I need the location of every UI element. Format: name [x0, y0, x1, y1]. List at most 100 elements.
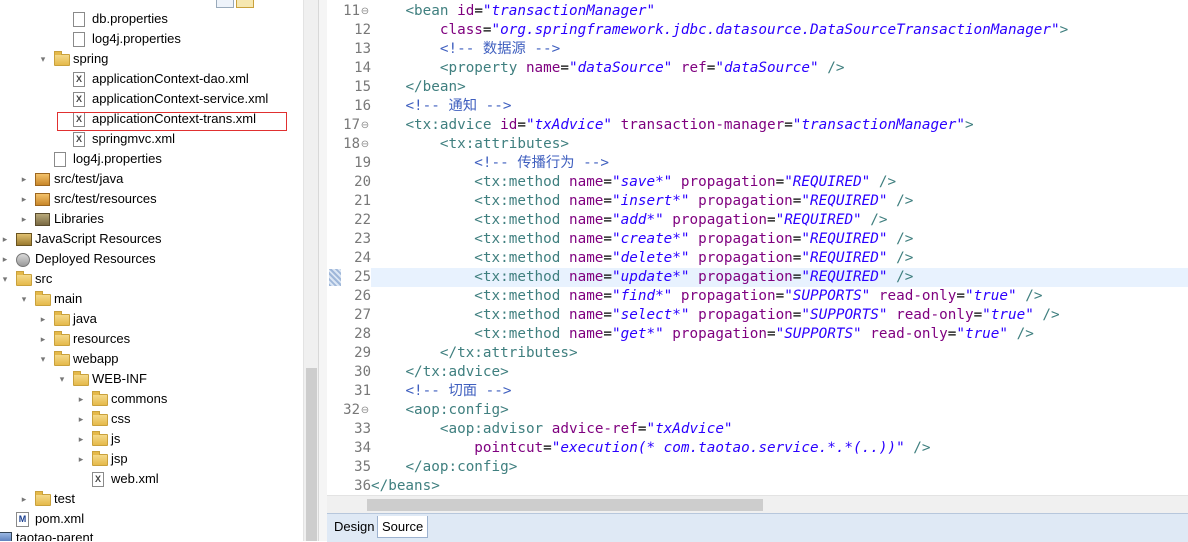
code-line[interactable]: <tx:method name="get*" propagation="SUPP…	[371, 325, 1034, 344]
line-number: 35	[354, 459, 371, 475]
line-number: 22	[354, 212, 371, 228]
fold-toggle-icon[interactable]: ⊖	[360, 135, 370, 154]
line-number: 32	[343, 402, 360, 418]
line-number: 20	[354, 174, 371, 190]
code-line[interactable]: <!-- 通知 -->	[371, 97, 511, 116]
collapsed-arrow-icon[interactable]: ▸	[0, 229, 10, 249]
code-line[interactable]: <tx:advice id="txAdvice" transaction-man…	[371, 116, 973, 135]
expanded-arrow-icon[interactable]: ▾	[38, 349, 48, 369]
code-line[interactable]: </tx:attributes>	[371, 344, 578, 363]
tree-item-label: jsp	[111, 451, 128, 466]
folder-icon	[35, 291, 51, 306]
tab-source[interactable]: Source	[377, 516, 429, 538]
project-explorer: db.properties log4j.properties ▾ spring Xapp…	[0, 0, 318, 541]
project-icon	[0, 532, 12, 541]
line-number: 12	[354, 22, 371, 38]
expanded-arrow-icon[interactable]: ▾	[19, 289, 29, 309]
line-number: 18	[343, 136, 360, 152]
tree-item-label: src/test/java	[54, 171, 124, 186]
line-number: 15	[354, 79, 371, 95]
expanded-arrow-icon[interactable]: ▾	[57, 369, 67, 389]
collapsed-arrow-icon[interactable]: ▸	[38, 329, 48, 349]
fold-toggle-icon[interactable]: ⊖	[360, 116, 370, 135]
explorer-scrollbar-thumb[interactable]	[306, 368, 317, 541]
code-line[interactable]: <bean id="transactionManager"	[371, 2, 655, 21]
line-number: 23	[354, 231, 371, 247]
fold-toggle-icon[interactable]: ⊖	[360, 2, 370, 21]
collapsed-arrow-icon[interactable]: ▸	[76, 409, 86, 429]
tab-design[interactable]: Design	[330, 516, 378, 538]
file-icon	[54, 152, 66, 167]
tree-item-label: WEB-INF	[92, 371, 147, 386]
collapsed-arrow-icon[interactable]: ▸	[19, 209, 29, 229]
code-line[interactable]: <tx:method name="create*" propagation="R…	[371, 230, 913, 249]
folder-icon	[92, 431, 108, 446]
maven-pom-icon: M	[16, 512, 29, 527]
editor-scrollbar-thumb[interactable]	[367, 499, 763, 511]
line-number: 11	[343, 3, 360, 19]
javascript-resources-icon	[16, 233, 32, 246]
tree-item-label: applicationContext-service.xml	[92, 91, 269, 106]
collapsed-arrow-icon[interactable]: ▸	[19, 189, 29, 209]
code-line[interactable]: <!-- 传播行为 -->	[371, 154, 609, 173]
fold-toggle-icon[interactable]: ⊖	[360, 401, 370, 420]
code-line[interactable]: <property name="dataSource" ref="dataSou…	[371, 59, 845, 78]
code-line[interactable]: <tx:method name="delete*" propagation="R…	[371, 249, 913, 268]
line-number: 28	[354, 326, 371, 342]
code-line[interactable]: <tx:method name="select*" propagation="S…	[371, 306, 1059, 325]
collapsed-arrow-icon[interactable]: ▸	[19, 489, 29, 509]
code-line[interactable]: <aop:advisor advice-ref="txAdvice"	[371, 420, 733, 439]
line-number: 13	[354, 41, 371, 57]
collapsed-arrow-icon[interactable]: ▸	[0, 249, 10, 269]
line-number: 26	[354, 288, 371, 304]
collapsed-arrow-icon[interactable]: ▸	[38, 309, 48, 329]
code-line[interactable]: </aop:config>	[371, 458, 517, 477]
collapsed-arrow-icon[interactable]: ▸	[76, 429, 86, 449]
line-number: 25	[354, 269, 371, 285]
code-line[interactable]: <aop:config>	[371, 401, 508, 420]
deployed-resources-icon	[16, 253, 30, 267]
code-line[interactable]: <tx:method name="add*" propagation="REQU…	[371, 211, 887, 230]
source-folder-icon	[35, 193, 50, 206]
line-number: 14	[354, 60, 371, 76]
code-line[interactable]: <!-- 切面 -->	[371, 382, 511, 401]
line-number: 34	[354, 440, 371, 456]
selection-highlight-box	[57, 112, 287, 131]
code-line[interactable]: pointcut="execution(* com.taotao.service…	[371, 439, 930, 458]
collapsed-arrow-icon[interactable]: ▸	[76, 389, 86, 409]
folder-icon	[35, 491, 51, 506]
expanded-arrow-icon[interactable]: ▾	[38, 49, 48, 69]
line-number: 19	[354, 155, 371, 171]
folder-icon	[92, 391, 108, 406]
code-line[interactable]: <tx:method name="save*" propagation="REQ…	[371, 173, 896, 192]
code-line[interactable]: <!-- 数据源 -->	[371, 40, 560, 59]
explorer-vertical-scrollbar[interactable]	[303, 0, 318, 541]
code-line[interactable]: </beans>	[371, 477, 440, 496]
tree-item-label: test	[54, 491, 75, 506]
line-number: 24	[354, 250, 371, 266]
line-number: 36	[354, 478, 371, 494]
tree-item-label: src/test/resources	[54, 191, 157, 206]
code-line[interactable]: class="org.springframework.jdbc.datasour…	[371, 21, 1068, 40]
tree-item-label: spring	[73, 51, 109, 66]
link-with-editor-icon[interactable]	[236, 0, 254, 8]
folder-icon	[54, 351, 70, 366]
collapsed-arrow-icon[interactable]: ▸	[19, 169, 29, 189]
code-line[interactable]: </bean>	[371, 78, 465, 97]
editor-horizontal-scrollbar[interactable]	[327, 495, 1188, 514]
collapse-all-icon[interactable]	[216, 0, 234, 8]
tree-item-label: resources	[73, 331, 131, 346]
xml-source-editor[interactable]: 11 ⊖ <bean id="transactionManager" 12 clas…	[327, 0, 1188, 514]
code-line[interactable]: </tx:advice>	[371, 363, 508, 382]
code-line[interactable]: <tx:attributes>	[371, 135, 569, 154]
code-line[interactable]: <tx:method name="insert*" propagation="R…	[371, 192, 913, 211]
line-number: 17	[343, 117, 360, 133]
collapsed-arrow-icon[interactable]: ▸	[76, 449, 86, 469]
code-line[interactable]: <tx:method name="find*" propagation="SUP…	[371, 287, 1042, 306]
xml-file-icon: X	[92, 472, 104, 487]
code-line[interactable]: <tx:method name="update*" propagation="R…	[371, 268, 913, 287]
folder-icon	[73, 371, 89, 386]
expanded-arrow-icon[interactable]: ▾	[0, 269, 10, 289]
line-number: 21	[354, 193, 371, 209]
tree-item-label: Deployed Resources	[35, 251, 156, 266]
